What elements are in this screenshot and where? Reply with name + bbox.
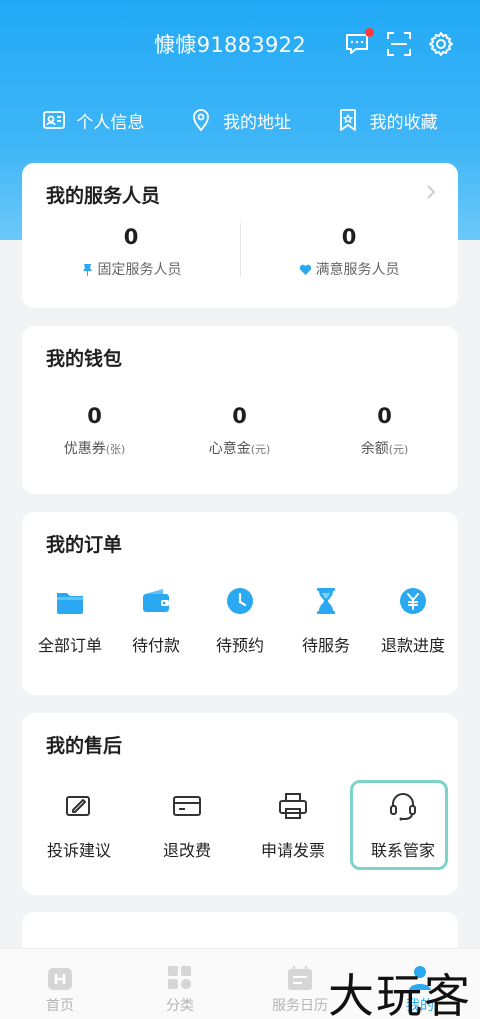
card-icon xyxy=(173,796,201,816)
clock-icon xyxy=(227,588,253,614)
fixed-staff-label: 固定服务人员 xyxy=(97,262,182,278)
wallet-card: 我的钱包 0 优惠券(张) 0 心意金(元) 0 余额(元) xyxy=(22,326,458,494)
category-icon xyxy=(168,966,191,989)
tab-label: 分类 xyxy=(166,998,194,1014)
aftersale-label: 申请发票 xyxy=(260,841,325,860)
wallet-coupons[interactable]: 0 优惠券(张) xyxy=(22,404,167,458)
tab-category[interactable]: 分类 xyxy=(120,949,240,1015)
satisfied-staff-label: 满意服务人员 xyxy=(315,262,400,278)
watermark: 大玩客 xyxy=(328,969,472,1019)
scan-icon[interactable] xyxy=(386,31,412,57)
balance-amount: 0 xyxy=(377,404,392,428)
quicklink-label: 个人信息 xyxy=(76,112,145,133)
order-pending-payment[interactable]: 待付款 xyxy=(114,584,198,656)
id-card-icon xyxy=(43,111,66,129)
printer-icon xyxy=(279,793,307,819)
order-pending-service[interactable]: 待服务 xyxy=(284,584,368,656)
aftersale-invoice[interactable]: 申请发票 xyxy=(240,789,346,861)
gift-money-label: 心意金 xyxy=(208,441,251,457)
quick-links: 个人信息 我的地址 我的收藏 xyxy=(0,98,480,142)
aftersale-rebooking-fee[interactable]: 退改费 xyxy=(134,789,240,861)
order-label: 待付款 xyxy=(131,636,180,655)
quicklink-label: 我的收藏 xyxy=(369,112,438,133)
satisfied-staff[interactable]: 0 满意服务人员 xyxy=(240,225,458,279)
coupon-unit: (张) xyxy=(105,443,126,456)
wallet-icon xyxy=(143,589,169,612)
gift-money-unit: (元) xyxy=(250,443,271,456)
balance-unit: (元) xyxy=(388,443,409,456)
order-label: 退款进度 xyxy=(380,636,445,655)
card-title: 我的钱包 xyxy=(46,348,123,370)
quicklink-address[interactable]: 我的地址 xyxy=(189,108,291,133)
folder-icon xyxy=(57,593,83,614)
hourglass-icon xyxy=(317,588,335,614)
order-label: 待服务 xyxy=(301,636,350,655)
order-all[interactable]: 全部订单 xyxy=(28,584,112,656)
yen-icon xyxy=(400,588,426,614)
order-pending-booking[interactable]: 待预约 xyxy=(198,584,282,656)
gift-money-amount: 0 xyxy=(232,404,247,428)
order-label: 全部订单 xyxy=(37,636,102,655)
home-icon xyxy=(48,968,72,990)
quicklink-favorites[interactable]: 我的收藏 xyxy=(336,108,438,133)
notification-dot xyxy=(365,28,374,37)
satisfied-staff-count: 0 xyxy=(341,225,357,249)
wallet-balance[interactable]: 0 余额(元) xyxy=(312,404,457,458)
coupon-count: 0 xyxy=(87,404,102,428)
coupon-label: 优惠券 xyxy=(63,441,106,457)
username[interactable]: 慷慷91883922 xyxy=(154,29,306,59)
fixed-staff-count: 0 xyxy=(123,225,139,249)
tab-label: 首页 xyxy=(46,998,74,1014)
aftersale-label: 投诉建议 xyxy=(46,841,111,860)
calendar-icon xyxy=(288,966,312,990)
order-refund-progress[interactable]: 退款进度 xyxy=(368,584,458,656)
card-title: 我的订单 xyxy=(46,534,123,556)
balance-label: 余额 xyxy=(360,441,389,457)
settings-icon[interactable] xyxy=(428,31,454,57)
tab-home[interactable]: 首页 xyxy=(0,949,120,1015)
card-title: 我的售后 xyxy=(46,735,123,757)
quicklink-label: 我的地址 xyxy=(222,112,291,133)
aftersale-label: 退改费 xyxy=(162,841,211,860)
fixed-staff[interactable]: 0 固定服务人员 xyxy=(22,225,240,279)
card-title: 我的服务人员 xyxy=(46,185,161,207)
service-staff-card[interactable]: 我的服务人员 0 固定服务人员 0 满意服务人员 xyxy=(22,163,458,308)
quicklink-profile[interactable]: 个人信息 xyxy=(42,108,144,133)
heart-icon xyxy=(299,264,311,275)
highlight-box xyxy=(350,780,448,870)
location-icon xyxy=(193,109,209,132)
chevron-right-icon[interactable] xyxy=(424,183,438,201)
aftersale-complaint[interactable]: 投诉建议 xyxy=(26,789,132,861)
top-bar: 慷慷91883922 xyxy=(0,0,480,88)
edit-icon xyxy=(66,796,90,816)
pin-icon xyxy=(82,263,92,276)
orders-card: 我的订单 全部订单 待付款 待预约 待服务 退款进度 xyxy=(22,512,458,695)
bookmark-icon xyxy=(339,109,356,131)
order-label: 待预约 xyxy=(215,636,264,655)
message-icon[interactable] xyxy=(344,28,374,57)
wallet-gift-money[interactable]: 0 心意金(元) xyxy=(167,404,312,458)
